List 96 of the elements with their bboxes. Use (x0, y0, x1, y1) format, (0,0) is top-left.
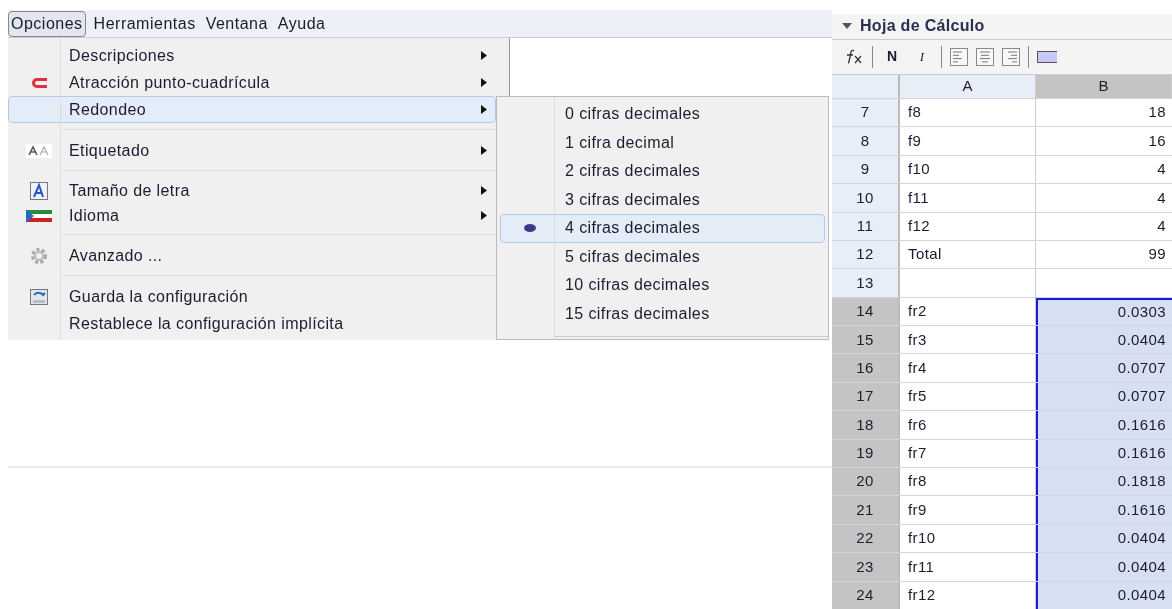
table-cell: 0.1818 (1036, 468, 1172, 496)
table-cell: 4 (1036, 155, 1172, 184)
menu-item[interactable]: Descripciones (8, 42, 496, 69)
menu-item[interactable]: Avanzado ... (8, 242, 496, 269)
menu-item[interactable]: Idioma (8, 203, 496, 228)
row-header[interactable]: 7 (832, 98, 900, 127)
submenu-item[interactable]: 10 cifras decimales (500, 271, 825, 300)
table-cell: 0.1616 (1036, 411, 1172, 439)
menu-title[interactable]: Herramientas (91, 10, 198, 37)
row-header[interactable]: 11 (832, 212, 900, 240)
menu-title[interactable]: Ventana (203, 10, 270, 37)
save-settings-icon (30, 288, 48, 305)
table-cell: 0.1616 (1036, 439, 1172, 468)
align-left-icon[interactable] (950, 47, 968, 66)
submenu-arrow-icon (481, 105, 487, 114)
table-cell: fr5 (900, 382, 1036, 411)
row-header[interactable]: 17 (832, 382, 900, 411)
menu-item[interactable]: Guarda la configuración (8, 283, 496, 310)
table-cell: fr6 (900, 411, 1036, 439)
submenu-item[interactable]: 15 cifras decimales (500, 299, 825, 328)
gear-icon (30, 246, 48, 265)
menu-item[interactable]: Atracción punto-cuadrícula (8, 69, 496, 96)
row-header[interactable]: 24 (832, 581, 900, 609)
column-header[interactable]: A (900, 75, 1036, 98)
table-cell: 0.1616 (1036, 496, 1172, 524)
row-header[interactable]: 22 (832, 524, 900, 553)
menu-title[interactable]: Ayuda (275, 10, 328, 37)
row-header[interactable]: 18 (832, 411, 900, 439)
table-cell: f12 (900, 212, 1036, 240)
table-cell: 0.0404 (1036, 524, 1172, 553)
row-header[interactable]: 8 (832, 127, 900, 155)
submenu-item[interactable]: 3 cifras decimales (500, 185, 825, 214)
submenu-arrow-icon (481, 211, 487, 220)
table-cell: 0.0404 (1036, 326, 1172, 354)
table-cell: 4 (1036, 212, 1172, 240)
menu-item[interactable]: Redondeo (8, 96, 496, 123)
column-header[interactable]: B (1036, 75, 1172, 98)
table-cell: f9 (900, 127, 1036, 155)
table-cell: 0.0303 (1036, 297, 1172, 326)
table-cell: fr3 (900, 326, 1036, 354)
table-cell: 0.0707 (1036, 382, 1172, 411)
row-header[interactable]: 20 (832, 468, 900, 496)
table-cell: 0.0404 (1036, 553, 1172, 581)
table-cell: Total (900, 240, 1036, 269)
submenu-arrow-icon (481, 78, 487, 87)
table-cell: 16 (1036, 127, 1172, 155)
row-header[interactable]: 9 (832, 155, 900, 184)
table-cell: f8 (900, 98, 1036, 127)
table-cell: fr4 (900, 354, 1036, 382)
table-cell: fr9 (900, 496, 1036, 524)
menu-item[interactable]: Tamaño de letra (8, 178, 496, 203)
menu-item[interactable]: Restablece la configuración implícita (8, 310, 496, 337)
row-header[interactable]: 13 (832, 269, 900, 297)
background-color-button[interactable] (1037, 50, 1057, 63)
row-header[interactable]: 23 (832, 553, 900, 581)
italic-button[interactable]: I (911, 47, 933, 67)
table-cell: fr2 (900, 297, 1036, 326)
submenu-item[interactable]: 4 cifras decimales (500, 214, 825, 243)
submenu-arrow-icon (481, 51, 487, 60)
table-cell: 99 (1036, 240, 1172, 269)
align-center-icon[interactable] (976, 47, 994, 66)
table-cell: fr7 (900, 439, 1036, 468)
table-cell: 0.0404 (1036, 581, 1172, 609)
submenu-item[interactable]: 2 cifras decimales (500, 157, 825, 186)
table-cell: 4 (1036, 184, 1172, 212)
font-size-icon (30, 181, 48, 200)
row-header[interactable]: 10 (832, 184, 900, 212)
align-right-icon[interactable] (1002, 47, 1020, 66)
table-cell: fr10 (900, 524, 1036, 553)
magnet-icon (31, 77, 47, 88)
table-cell: fr8 (900, 468, 1036, 496)
panel-title: Hoja de Cálculo (860, 16, 985, 37)
table-cell: 0.0707 (1036, 354, 1172, 382)
table-cell: fr11 (900, 553, 1036, 581)
bold-button[interactable]: N (881, 46, 903, 68)
table-cell: f10 (900, 155, 1036, 184)
row-header[interactable]: 16 (832, 354, 900, 382)
radio-dot-icon (524, 224, 536, 233)
row-header[interactable]: 19 (832, 439, 900, 468)
flag-icon (26, 209, 52, 222)
submenu-arrow-icon (481, 186, 487, 195)
row-header[interactable]: 21 (832, 496, 900, 524)
table-cell: 18 (1036, 98, 1172, 127)
row-header[interactable]: 15 (832, 326, 900, 354)
menu-title[interactable]: Opciones (8, 10, 86, 37)
letters-icon (26, 143, 52, 158)
row-header[interactable]: 12 (832, 240, 900, 269)
collapse-triangle-icon[interactable] (842, 23, 852, 30)
row-header[interactable]: 14 (832, 297, 900, 326)
table-cell: f11 (900, 184, 1036, 212)
submenu-item[interactable]: 0 cifras decimales (500, 100, 825, 129)
menu-item[interactable]: Etiquetado (8, 137, 496, 164)
table-cell: fr12 (900, 581, 1036, 609)
submenu-item[interactable]: 5 cifras decimales (500, 242, 825, 271)
submenu-item[interactable]: 1 cifra decimal (500, 128, 825, 157)
submenu-arrow-icon (481, 146, 487, 155)
